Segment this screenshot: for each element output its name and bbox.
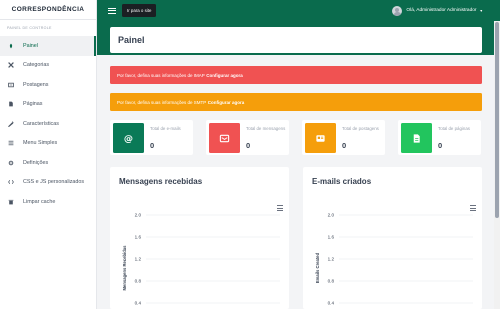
chart-plot: 2.0 1.6 1.2 0.8 0.4 Emails Created xyxy=(315,213,473,306)
settings-icon xyxy=(8,160,14,166)
sidebar-item-label: Páginas xyxy=(23,101,43,108)
features-icon xyxy=(8,121,14,127)
topbar: Ir para o site Olá, Administrador Admini… xyxy=(97,0,500,21)
sidebar-item-limpar-cache[interactable]: Limpar cache xyxy=(0,192,96,212)
stat-value: 0 xyxy=(438,141,443,150)
go-to-site-button[interactable]: Ir para o site xyxy=(122,4,157,17)
categories-icon xyxy=(8,62,14,69)
chart-card-messages: Mensagens recebidas 2.0 1.6 1.2 0.8 0.4 Mensa… xyxy=(110,167,289,309)
sidebar-item-definicoes[interactable]: Definições xyxy=(0,153,96,173)
smtp-configure-link[interactable]: Configurar agora xyxy=(208,100,245,105)
dashboard-icon xyxy=(8,43,14,49)
imap-configure-link[interactable]: Configurar agora xyxy=(206,73,243,78)
trash-icon xyxy=(8,199,14,205)
stat-label: Total de páginas xyxy=(438,126,470,131)
email-at-icon: @ xyxy=(113,123,144,153)
y-tick-label: 2.0 xyxy=(328,213,335,218)
y-tick-label: 0.4 xyxy=(328,301,335,306)
stat-card-posts[interactable]: Total de postagens 0 xyxy=(302,120,385,155)
sidebar-item-caracteristicas[interactable]: Características xyxy=(0,114,96,134)
posts-icon xyxy=(305,123,336,153)
sidebar-item-paginas[interactable]: Páginas xyxy=(0,95,96,115)
y-tick-label: 0.8 xyxy=(328,279,335,284)
stat-card-messages[interactable]: Total de mensagens 0 xyxy=(206,120,289,155)
caret-down-icon: ▼ xyxy=(479,8,483,13)
sidebar-item-label: Categorias xyxy=(23,62,50,69)
y-tick-label: 0.4 xyxy=(135,301,142,306)
avatar xyxy=(392,5,403,16)
sidebar-item-label: Menu Simples xyxy=(23,140,58,147)
stat-label: Total de e-mails xyxy=(150,126,181,131)
y-axis-label: Emails Created xyxy=(315,252,320,283)
stat-card-pages[interactable]: Total de páginas 0 xyxy=(398,120,481,155)
stat-value: 0 xyxy=(150,141,155,150)
pages-icon xyxy=(401,123,432,153)
y-axis-label: Mensagens Recebidas xyxy=(122,245,127,291)
brand-logo[interactable]: CORRESPONDÊNCIA xyxy=(0,0,96,20)
chart-plot: 2.0 1.6 1.2 0.8 0.4 Mensagens Recebidas xyxy=(122,213,280,306)
sidebar-item-painel[interactable]: Painel xyxy=(0,36,96,56)
sidebar: CORRESPONDÊNCIA PAINEL DE CONTROLE Paine… xyxy=(0,0,97,309)
y-tick-label: 1.6 xyxy=(328,235,335,240)
stat-label: Total de mensagens xyxy=(246,126,286,131)
page-title: Painel xyxy=(110,27,482,53)
posts-icon xyxy=(8,82,14,88)
pages-icon xyxy=(8,101,14,107)
sidebar-item-menu-simples[interactable]: Menu Simples xyxy=(0,134,96,154)
sidebar-item-css-js[interactable]: CSS e JS personalizados xyxy=(0,173,96,193)
y-tick-label: 0.8 xyxy=(135,279,142,284)
svg-text:@: @ xyxy=(124,133,133,144)
sidebar-item-label: Postagens xyxy=(23,81,49,88)
chart-card-emails: E-mails criados 2.0 1.6 1.2 0.8 0.4 Emails Cr… xyxy=(303,167,482,309)
imap-alert: Por favor, defina suas informações de IM… xyxy=(110,66,482,84)
sidebar-item-label: Definições xyxy=(23,159,49,166)
sidebar-item-postagens[interactable]: Postagens xyxy=(0,75,96,95)
y-tick-label: 2.0 xyxy=(135,213,142,218)
stat-label: Total de postagens xyxy=(342,126,379,131)
y-tick-label: 1.2 xyxy=(135,257,142,262)
messages-icon xyxy=(209,123,240,153)
user-menu[interactable]: Olá, Administrador Administrador ▼ xyxy=(392,0,483,21)
sidebar-item-label: Painel xyxy=(23,42,38,49)
hamburger-menu-icon[interactable] xyxy=(108,7,116,15)
smtp-alert-text: Por favor, defina suas informações de SM… xyxy=(117,99,207,105)
sidebar-item-label: Características xyxy=(23,120,59,127)
stat-card-emails[interactable]: @ Total de e-mails 0 xyxy=(110,120,193,155)
imap-alert-text: Por favor, defina suas informações de IM… xyxy=(117,72,205,78)
menu-icon xyxy=(8,140,14,146)
smtp-alert: Por favor, defina suas informações de SM… xyxy=(110,93,482,111)
stat-value: 0 xyxy=(246,141,251,150)
code-icon xyxy=(8,179,14,185)
y-tick-label: 1.6 xyxy=(135,235,142,240)
sidebar-item-label: CSS e JS personalizados xyxy=(23,179,85,186)
scrollbar-thumb[interactable] xyxy=(495,22,499,218)
stat-value: 0 xyxy=(342,141,347,150)
sidebar-item-categorias[interactable]: Categorias xyxy=(0,56,96,76)
user-greeting: Olá, Administrador Administrador xyxy=(406,8,477,13)
sidebar-section-label: PAINEL DE CONTROLE xyxy=(7,26,52,30)
y-tick-label: 1.2 xyxy=(328,257,335,262)
sidebar-item-label: Limpar cache xyxy=(23,198,56,205)
